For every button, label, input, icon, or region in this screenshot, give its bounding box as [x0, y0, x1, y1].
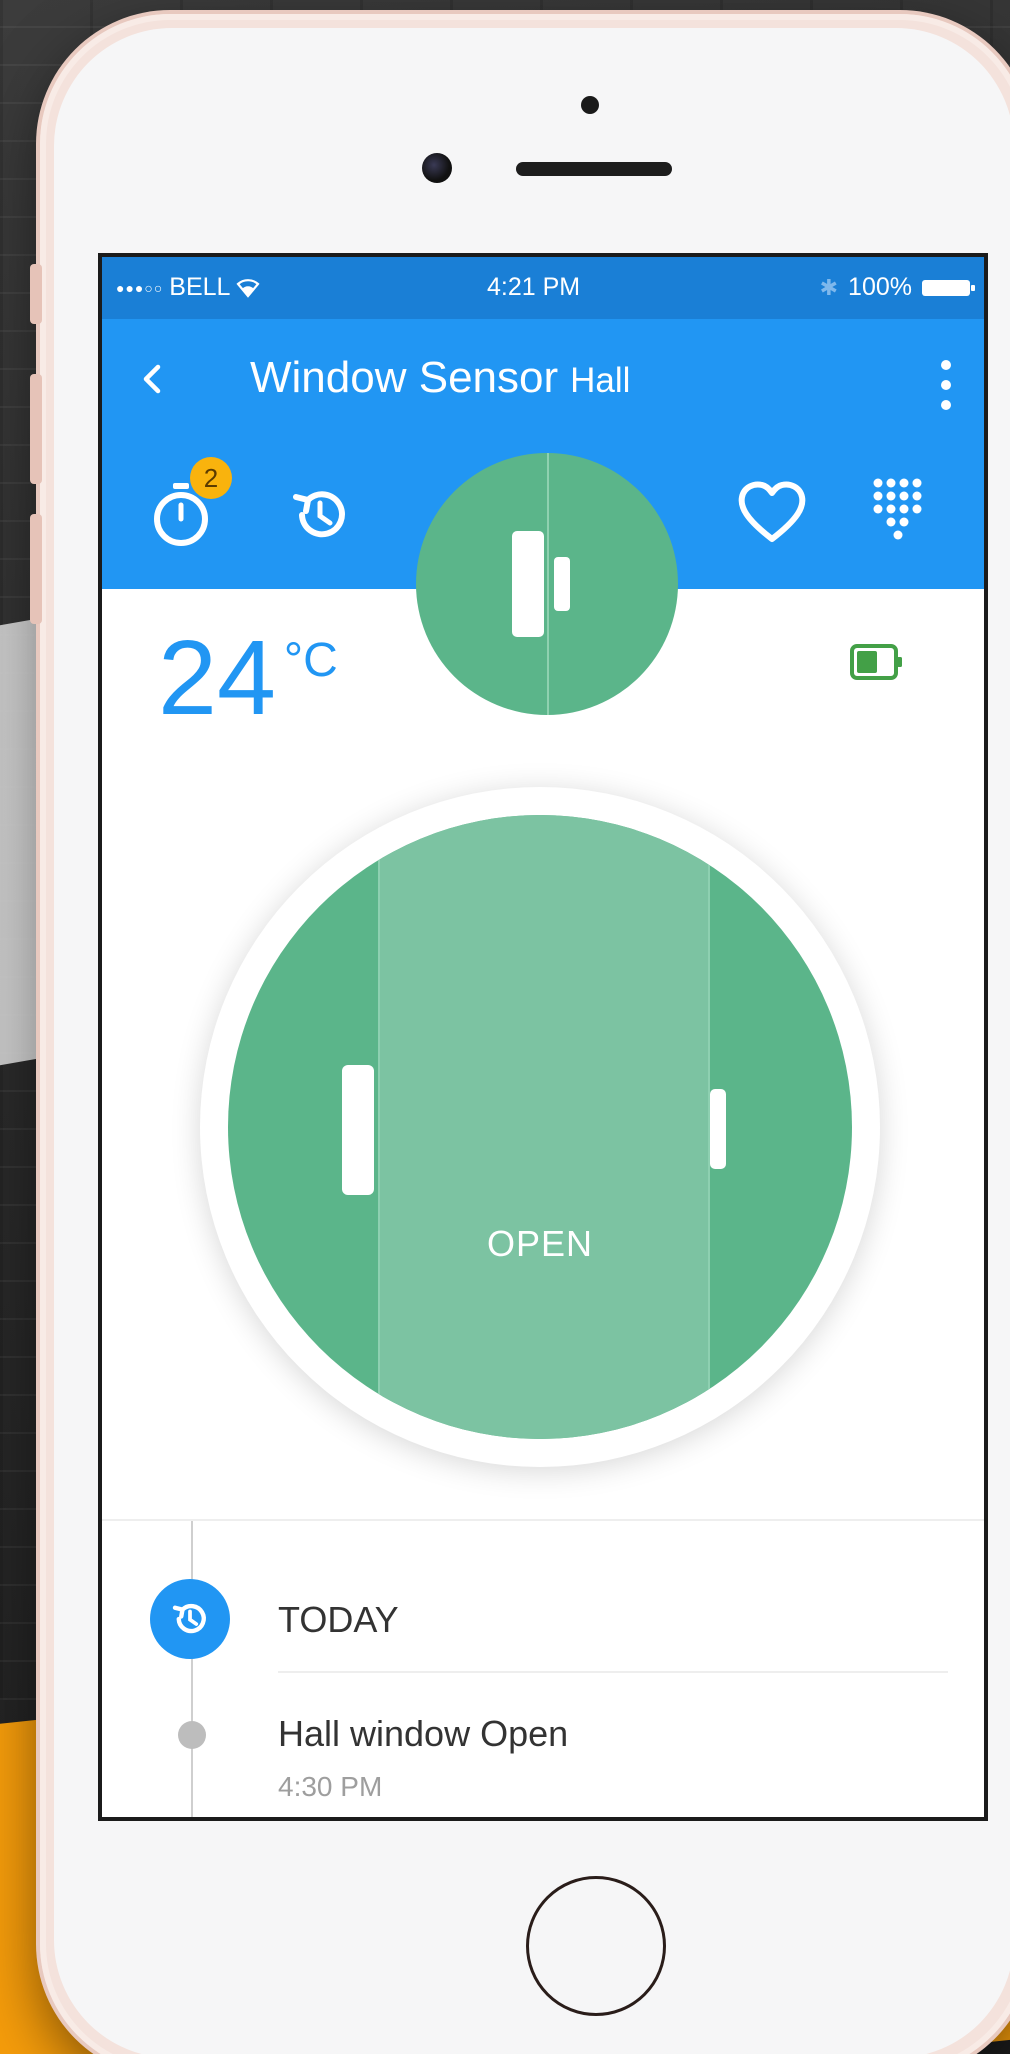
sensor-magnet-icon	[554, 557, 570, 611]
home-button[interactable]	[526, 1876, 666, 2016]
status-left: ●●●○○ BELL	[116, 273, 260, 302]
sensor-magnet-icon	[710, 1089, 726, 1169]
history-icon[interactable]	[288, 483, 352, 547]
proximity-sensor	[581, 96, 599, 114]
timeline-divider	[278, 1671, 948, 1673]
timer-count-badge: 2	[190, 457, 232, 499]
front-camera	[422, 153, 452, 183]
open-window-pane	[378, 815, 710, 1439]
history-timeline: TODAY Hall window Open 4:30 PM	[102, 1519, 984, 1817]
window-state-button[interactable]: OPEN	[228, 815, 852, 1439]
carrier-name: BELL	[169, 273, 231, 301]
battery-percent: 100%	[848, 273, 912, 301]
window-state-label: OPEN	[486, 1223, 594, 1264]
more-vert-icon[interactable]	[936, 355, 956, 415]
volume-up-button	[30, 374, 42, 484]
phone-screen: ●●●○○ BELL 4:21 PM ✱ 100% Window Sensor	[98, 253, 988, 1821]
status-right: ✱ 100%	[819, 273, 975, 302]
sensor-body-icon	[342, 1065, 374, 1195]
window-divider	[547, 453, 549, 715]
wifi-icon	[236, 278, 260, 298]
status-bar: ●●●○○ BELL 4:21 PM ✱ 100%	[102, 257, 984, 319]
temperature-unit: °C	[283, 634, 338, 687]
volume-down-button	[30, 514, 42, 624]
timeline-line	[191, 1521, 193, 1817]
heart-icon[interactable]	[736, 479, 808, 545]
keypad-icon[interactable]	[872, 477, 924, 543]
sensor-body-icon	[512, 531, 544, 637]
device-avatar	[416, 453, 678, 715]
device-location: Hall	[570, 361, 631, 400]
status-battery-icon	[922, 279, 975, 296]
timeline-event-dot	[178, 1721, 206, 1749]
bluetooth-icon: ✱	[819, 274, 839, 300]
status-time: 4:21 PM	[487, 273, 581, 301]
event-title[interactable]: Hall window Open	[278, 1713, 568, 1755]
signal-strength-icon: ●●●○○	[116, 279, 164, 296]
temperature-readout: 24 °C	[158, 625, 338, 731]
background-scene: ●●●○○ BELL 4:21 PM ✱ 100% Window Sensor	[0, 0, 1010, 2054]
battery-icon	[850, 644, 902, 680]
page-title: Window Sensor	[250, 353, 559, 402]
mute-switch	[30, 264, 42, 324]
history-icon	[150, 1579, 230, 1659]
timeline-group-label: TODAY	[278, 1599, 399, 1640]
earpiece-speaker	[516, 162, 672, 176]
back-arrow-icon[interactable]	[134, 359, 174, 399]
temperature-value: 24	[158, 619, 276, 737]
title-row: Window Sensor Hall	[250, 353, 630, 403]
event-time: 4:30 PM	[278, 1771, 383, 1802]
